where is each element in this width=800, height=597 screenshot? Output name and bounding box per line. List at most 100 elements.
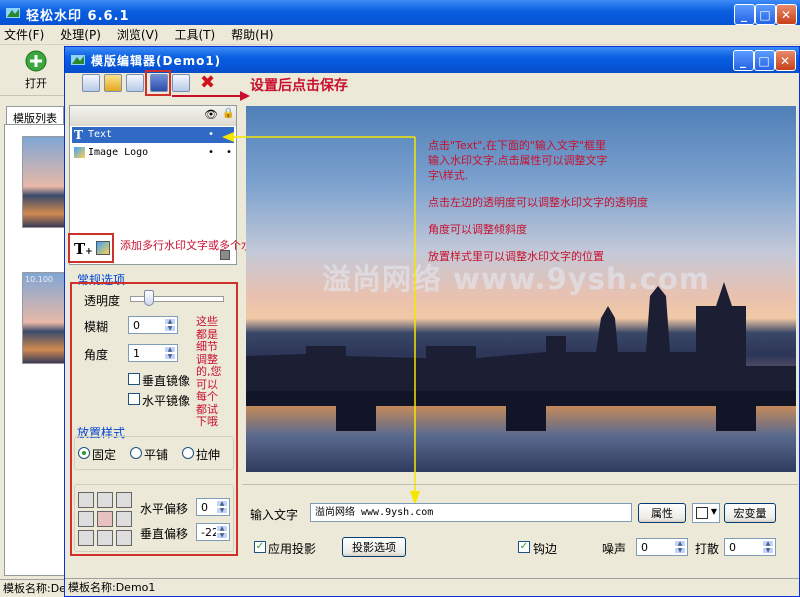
add-image-layer-icon[interactable] — [96, 241, 110, 255]
text-layer-icon: T — [74, 128, 83, 142]
voffset-input[interactable]: -22 ▲ ▼ — [196, 523, 230, 541]
apply-shadow-label: 应用投影 — [268, 542, 317, 556]
position-right[interactable] — [116, 511, 132, 527]
editor-logo-icon — [71, 55, 85, 65]
thumb-text: 10.100 — [25, 275, 53, 284]
vflip-checkbox[interactable] — [128, 373, 140, 385]
annotation-save: 设置后点击保存 — [250, 78, 348, 94]
help-line — [428, 183, 648, 195]
scatter-input[interactable]: 0 ▲ ▼ — [724, 538, 776, 556]
annotation-save-arrow — [172, 91, 250, 101]
blur-label: 模糊 — [84, 320, 109, 334]
color-picker[interactable]: ▼ — [692, 503, 720, 523]
noise-label: 噪声 — [602, 542, 627, 556]
open-folder-icon[interactable] — [104, 74, 122, 92]
voffset-label: 垂直偏移 — [140, 527, 189, 541]
position-bottom[interactable] — [97, 530, 113, 546]
save-highlight-frame — [145, 70, 171, 96]
app-title: 轻松水印 6.6.1 — [26, 8, 130, 24]
scatter-value: 0 — [729, 541, 736, 554]
app-status-bar: 模板名称:Demo1 — [0, 579, 66, 597]
chevron-down-icon: ▼ — [710, 507, 717, 516]
menu-file[interactable]: 文件(F) — [4, 26, 44, 43]
noise-value: 0 — [641, 541, 648, 554]
shadow-options-button[interactable]: 投影选项 — [342, 537, 406, 557]
editor-close-button[interactable]: ✕ — [775, 50, 796, 71]
add-text-layer-icon[interactable]: T+ — [74, 240, 93, 258]
position-bottom-right[interactable] — [116, 530, 132, 546]
placement-fixed-label: 固定 — [92, 448, 117, 462]
position-top[interactable] — [97, 492, 113, 508]
template-thumb-2[interactable]: 10.100 — [22, 272, 66, 364]
stroke-label: 钩边 — [533, 542, 558, 556]
editor-maximize-button[interactable]: □ — [754, 50, 775, 71]
help-line — [428, 237, 648, 249]
opacity-label: 透明度 — [84, 294, 121, 308]
open-label: 打开 — [25, 77, 47, 90]
placement-fixed-radio[interactable] — [78, 447, 90, 459]
position-top-right[interactable] — [116, 492, 132, 508]
opacity-slider-thumb[interactable] — [144, 290, 154, 306]
angle-input[interactable]: 1 ▲ ▼ — [128, 344, 178, 362]
app-maximize-button[interactable]: □ — [755, 4, 776, 25]
position-left[interactable] — [78, 511, 94, 527]
menu-help[interactable]: 帮助(H) — [231, 26, 273, 43]
help-line: 输入水印文字,点击属性可以调整文字 — [428, 154, 608, 167]
eye-icon: 👁 — [204, 108, 218, 121]
scatter-spinner[interactable]: ▲ ▼ — [762, 540, 774, 554]
menu-tools[interactable]: 工具(T) — [174, 26, 215, 43]
menu-view[interactable]: 浏览(V) — [117, 26, 159, 43]
blur-input[interactable]: 0 ▲ ▼ — [128, 316, 178, 334]
help-line: 放置样式里可以调整水印文字的位置 — [428, 250, 604, 263]
layer-name: Image Logo — [88, 147, 149, 158]
scatter-label: 打散 — [695, 542, 720, 556]
app-close-button[interactable]: ✕ — [776, 4, 797, 25]
layer-name: Text — [88, 129, 113, 140]
editor-minimize-button[interactable]: _ — [733, 50, 754, 71]
add-green-icon — [25, 50, 47, 72]
app-logo-icon — [6, 8, 20, 18]
editor-status-bar: 模板名称:Demo1 — [65, 578, 799, 596]
noise-input[interactable]: 0 ▲ ▼ — [636, 538, 688, 556]
help-line — [428, 210, 648, 222]
position-top-left[interactable] — [78, 492, 94, 508]
stroke-checkbox[interactable]: ✓ — [518, 541, 530, 553]
help-line: 字\样式. — [428, 169, 469, 182]
annotation-help-block: 点击"Text",在下面的"输入文字"框里 输入水印文字,点击属性可以调整文字 … — [428, 138, 648, 264]
help-line: 点击"Text",在下面的"输入文字"框里 — [428, 139, 606, 152]
macro-variable-button[interactable]: 宏变量 — [724, 503, 776, 523]
annotation-yellow-arrows — [222, 132, 420, 505]
help-line: 角度可以调整倾斜度 — [428, 223, 527, 236]
placement-tile-radio[interactable] — [130, 447, 142, 459]
new-template-icon[interactable] — [82, 74, 100, 92]
template-thumb-1[interactable] — [22, 136, 66, 228]
watermark-text-input[interactable]: 溢尚网络 www.9ysh.com — [310, 503, 632, 522]
hflip-checkbox[interactable] — [128, 393, 140, 405]
voffset-spinner[interactable]: ▲ ▼ — [216, 525, 228, 539]
app-minimize-button[interactable]: _ — [734, 4, 755, 25]
app-menubar: 文件(F) 处理(P) 浏览(V) 工具(T) 帮助(H) — [0, 25, 800, 45]
help-line: 点击左边的透明度可以调整水印文字的透明度 — [428, 196, 648, 209]
menu-process[interactable]: 处理(P) — [60, 26, 101, 43]
hflip-label: 水平镜像 — [142, 394, 191, 408]
hoffset-label: 水平偏移 — [140, 502, 189, 516]
position-center[interactable] — [97, 511, 113, 527]
angle-label: 角度 — [84, 348, 109, 362]
blur-spinner[interactable]: ▲ ▼ — [164, 318, 176, 332]
placement-stretch-radio[interactable] — [182, 447, 194, 459]
bottom-panel-divider — [242, 484, 798, 485]
open-button[interactable]: 打开 — [18, 50, 54, 92]
color-swatch — [696, 507, 708, 519]
angle-spinner[interactable]: ▲ ▼ — [164, 346, 176, 360]
blur-value: 0 — [133, 319, 140, 332]
input-text-label: 输入文字 — [250, 508, 299, 522]
apply-shadow-checkbox[interactable]: ✓ — [254, 541, 266, 553]
hoffset-value: 0 — [201, 501, 208, 514]
app-titlebar: 轻松水印 6.6.1 _ □ ✕ — [0, 0, 800, 28]
position-grid — [78, 492, 132, 546]
properties-button[interactable]: 属性 — [638, 503, 686, 523]
noise-spinner[interactable]: ▲ ▼ — [674, 540, 686, 554]
angle-value: 1 — [133, 347, 140, 360]
position-bottom-left[interactable] — [78, 530, 94, 546]
copy-icon[interactable] — [126, 74, 144, 92]
